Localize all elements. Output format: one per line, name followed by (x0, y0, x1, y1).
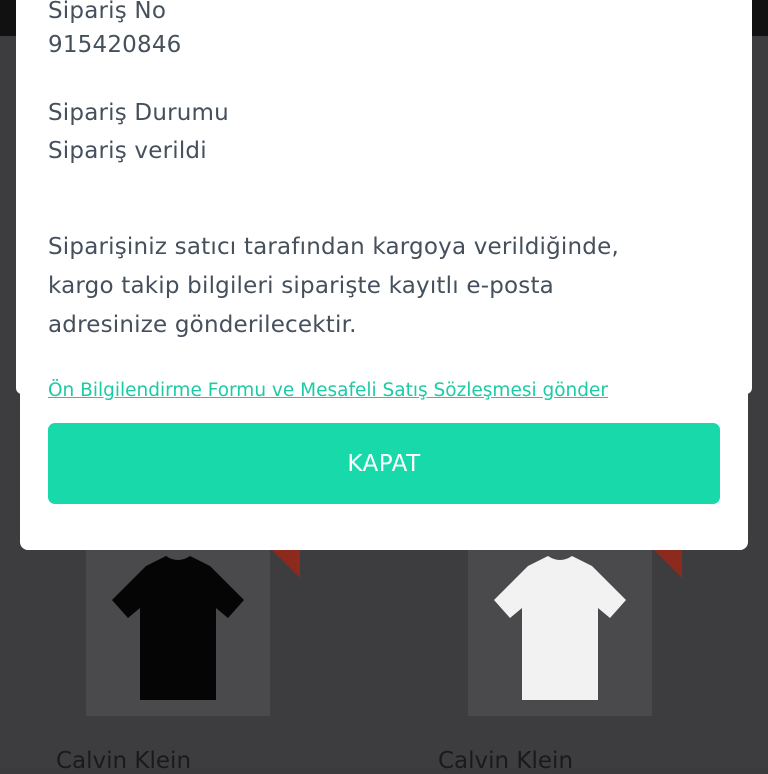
send-agreement-link[interactable]: Ön Bilgilendirme Formu ve Mesafeli Satış… (48, 380, 608, 401)
product-card[interactable] (468, 548, 652, 716)
tshirt-icon (112, 556, 244, 700)
order-status-label: Sipariş Durumu (48, 100, 229, 126)
order-number-value: 915420846 (48, 32, 182, 58)
order-details-modal: Sipariş No 915420846 Sipariş Durumu Sipa… (20, 0, 748, 550)
discount-badge (270, 548, 300, 578)
discount-badge (652, 548, 682, 578)
order-status-value: Sipariş verildi (48, 138, 207, 164)
close-button[interactable]: KAPAT (48, 423, 720, 504)
order-number-label: Sipariş No (48, 0, 167, 24)
tshirt-icon (494, 556, 626, 700)
shipping-info-line: Siparişiniz satıcı tarafından kargoya ve… (48, 234, 619, 260)
shipping-info-line: adresinize gönderilecektir. (48, 312, 357, 338)
product-image (86, 548, 270, 716)
shipping-info-text: Siparişiniz satıcı tarafından kargoya ve… (48, 228, 718, 345)
product-brand: Calvin Klein (438, 748, 574, 774)
product-image (468, 548, 652, 716)
shipping-info-line: kargo takip bilgileri siparişte kayıtlı … (48, 273, 554, 299)
product-brand: Calvin Klein (56, 748, 192, 774)
product-card[interactable] (86, 548, 270, 716)
